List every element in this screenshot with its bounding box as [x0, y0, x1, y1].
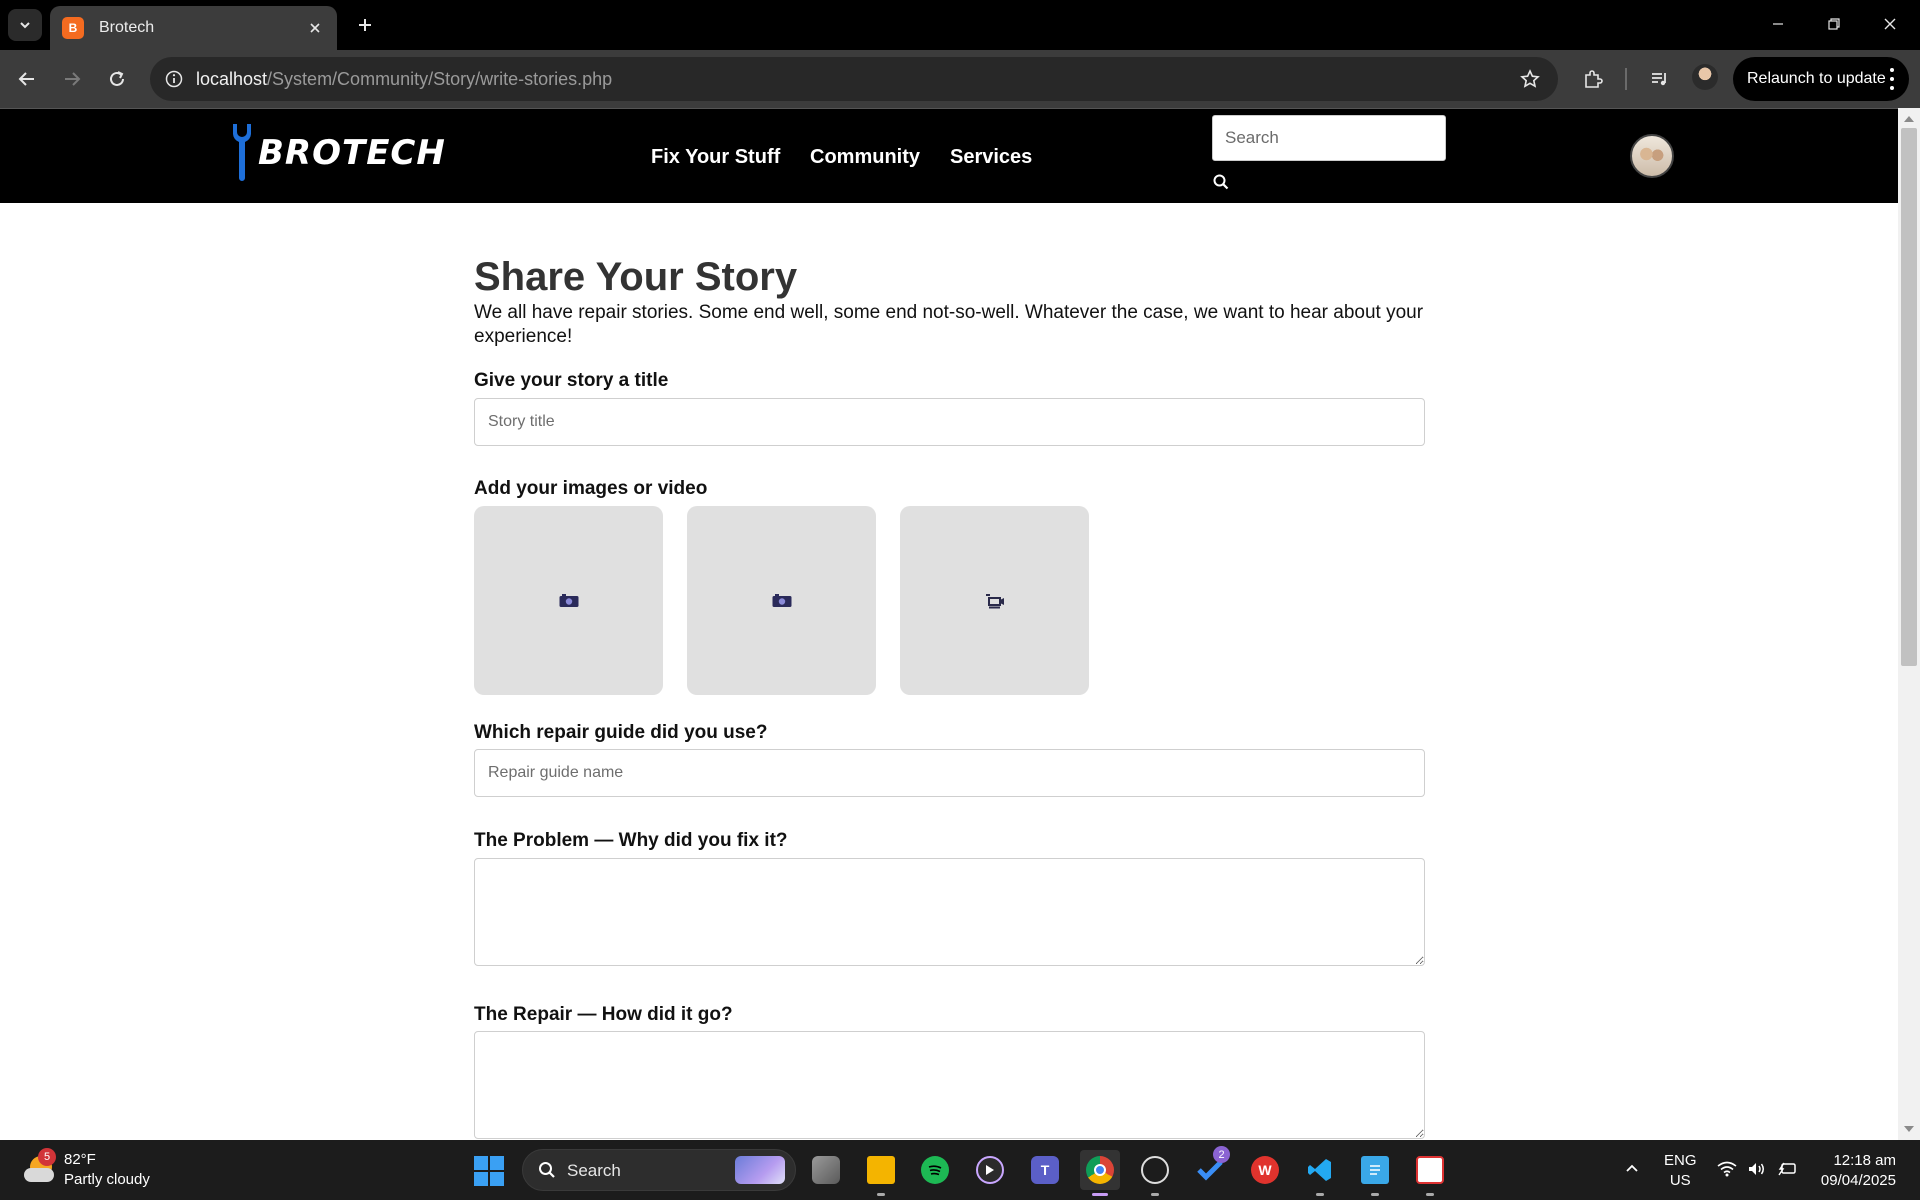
- windows-taskbar: 5 82°F Partly cloudy Search T 2 W ENG US…: [0, 1140, 1920, 1200]
- wifi-icon[interactable]: [1716, 1158, 1738, 1180]
- extensions-icon[interactable]: [1578, 64, 1608, 94]
- image-upload-icon: [559, 593, 578, 607]
- repair-textarea[interactable]: [474, 1031, 1425, 1139]
- search-icon: [537, 1160, 557, 1180]
- url-text: localhost/System/Community/Story/write-s…: [196, 69, 612, 90]
- intro-text: We all have repair stories. Some end wel…: [474, 302, 1424, 347]
- language-code: ENG: [1664, 1152, 1697, 1169]
- logo-text: BROTECH: [258, 133, 446, 173]
- site-search-input[interactable]: [1212, 115, 1446, 161]
- weather-temperature[interactable]: 82°F: [64, 1151, 96, 1168]
- relaunch-button[interactable]: Relaunch to update: [1733, 57, 1909, 101]
- favicon-icon: B: [62, 17, 84, 39]
- story-title-input[interactable]: [474, 398, 1425, 446]
- media-control-icon[interactable]: [1645, 64, 1675, 94]
- reload-icon[interactable]: [102, 64, 132, 94]
- scroll-down-arrow-icon[interactable]: [1904, 1126, 1914, 1132]
- weather-description[interactable]: Partly cloudy: [64, 1171, 150, 1188]
- image-upload-slot[interactable]: [474, 506, 663, 695]
- new-tab-icon[interactable]: [352, 12, 378, 38]
- site-header: BROTECH Fix Your Stuff Community Service…: [0, 108, 1898, 203]
- url-host: localhost: [196, 69, 268, 89]
- video-upload-icon: [985, 593, 1004, 608]
- close-tab-icon[interactable]: [305, 18, 325, 38]
- user-avatar[interactable]: [1630, 134, 1674, 178]
- todo-badge: 2: [1213, 1146, 1230, 1163]
- page-scrollbar[interactable]: [1898, 108, 1920, 1140]
- browser-profile-avatar[interactable]: [1692, 64, 1718, 90]
- browser-tab[interactable]: B Brotech: [50, 6, 337, 50]
- search-icon[interactable]: [1212, 173, 1230, 191]
- image-upload-slot[interactable]: [687, 506, 876, 695]
- site-logo[interactable]: BROTECH: [230, 121, 446, 185]
- clock-time: 12:18 am: [1833, 1152, 1896, 1169]
- story-title-label: Give your story a title: [474, 370, 669, 391]
- close-window-icon[interactable]: [1870, 8, 1910, 40]
- search-highlight-image: [735, 1156, 785, 1184]
- vscode-icon[interactable]: [1300, 1150, 1340, 1196]
- file-explorer-icon[interactable]: [861, 1150, 901, 1196]
- wrench-logo-icon: [233, 124, 251, 181]
- windows-start-icon[interactable]: [474, 1156, 504, 1186]
- problem-textarea[interactable]: [474, 858, 1425, 966]
- clock-date: 09/04/2025: [1820, 1172, 1896, 1189]
- relaunch-label: Relaunch to update: [1747, 70, 1886, 87]
- problem-label: The Problem — Why did you fix it?: [474, 830, 788, 851]
- bookmark-star-icon[interactable]: [1518, 67, 1542, 91]
- taskbar-search[interactable]: Search: [522, 1149, 796, 1191]
- site-info-icon[interactable]: [162, 67, 186, 91]
- url-path: /System/Community/Story/write-stories.ph…: [267, 69, 613, 89]
- scroll-up-arrow-icon[interactable]: [1904, 116, 1914, 122]
- repair-label: The Repair — How did it go?: [474, 1004, 733, 1025]
- nav-fix-your-stuff[interactable]: Fix Your Stuff: [651, 146, 780, 169]
- scroll-thumb[interactable]: [1901, 128, 1917, 666]
- language-indicator[interactable]: ENG US: [1664, 1151, 1697, 1191]
- battery-icon[interactable]: [1776, 1158, 1798, 1180]
- teams-icon[interactable]: T: [1025, 1150, 1065, 1190]
- page-viewport: BROTECH Fix Your Stuff Community Service…: [0, 108, 1920, 1140]
- tab-search-dropdown-icon[interactable]: [8, 9, 42, 41]
- todo-icon[interactable]: 2: [1190, 1146, 1230, 1190]
- weather-badge: 5: [38, 1148, 56, 1166]
- volume-icon[interactable]: [1746, 1158, 1768, 1180]
- menu-dots-icon[interactable]: [1889, 68, 1895, 90]
- nav-services[interactable]: Services: [950, 146, 1032, 169]
- media-player-icon[interactable]: [970, 1150, 1010, 1190]
- task-view-icon[interactable]: [806, 1150, 846, 1190]
- image-upload-icon: [772, 593, 791, 607]
- taskbar-search-label: Search: [567, 1161, 621, 1180]
- nav-community[interactable]: Community: [810, 146, 920, 169]
- media-label: Add your images or video: [474, 478, 708, 499]
- wps-office-icon[interactable]: W: [1245, 1150, 1285, 1190]
- forward-icon[interactable]: [57, 64, 87, 94]
- chrome-icon[interactable]: [1080, 1150, 1120, 1196]
- region-code: US: [1669, 1172, 1691, 1189]
- snipping-tool-icon[interactable]: [1410, 1150, 1450, 1196]
- address-bar[interactable]: localhost/System/Community/Story/write-s…: [150, 57, 1558, 101]
- spotify-icon[interactable]: [915, 1150, 955, 1190]
- chatgpt-icon[interactable]: [1135, 1150, 1175, 1196]
- repair-guide-input[interactable]: [474, 749, 1425, 797]
- back-icon[interactable]: [12, 64, 42, 94]
- tray-overflow-icon[interactable]: [1622, 1158, 1642, 1178]
- page-title: Share Your Story: [474, 255, 798, 299]
- toolbar-divider: [1625, 68, 1627, 90]
- tab-title: Brotech: [99, 19, 155, 36]
- browser-tab-bar: B Brotech: [0, 0, 1920, 50]
- video-upload-slot[interactable]: [900, 506, 1089, 695]
- notepad-icon[interactable]: [1355, 1150, 1395, 1196]
- system-clock[interactable]: 12:18 am 09/04/2025: [1812, 1151, 1896, 1191]
- restore-icon[interactable]: [1814, 8, 1854, 40]
- browser-toolbar: localhost/System/Community/Story/write-s…: [0, 50, 1920, 108]
- minimize-icon[interactable]: [1758, 8, 1798, 40]
- repair-guide-label: Which repair guide did you use?: [474, 722, 768, 743]
